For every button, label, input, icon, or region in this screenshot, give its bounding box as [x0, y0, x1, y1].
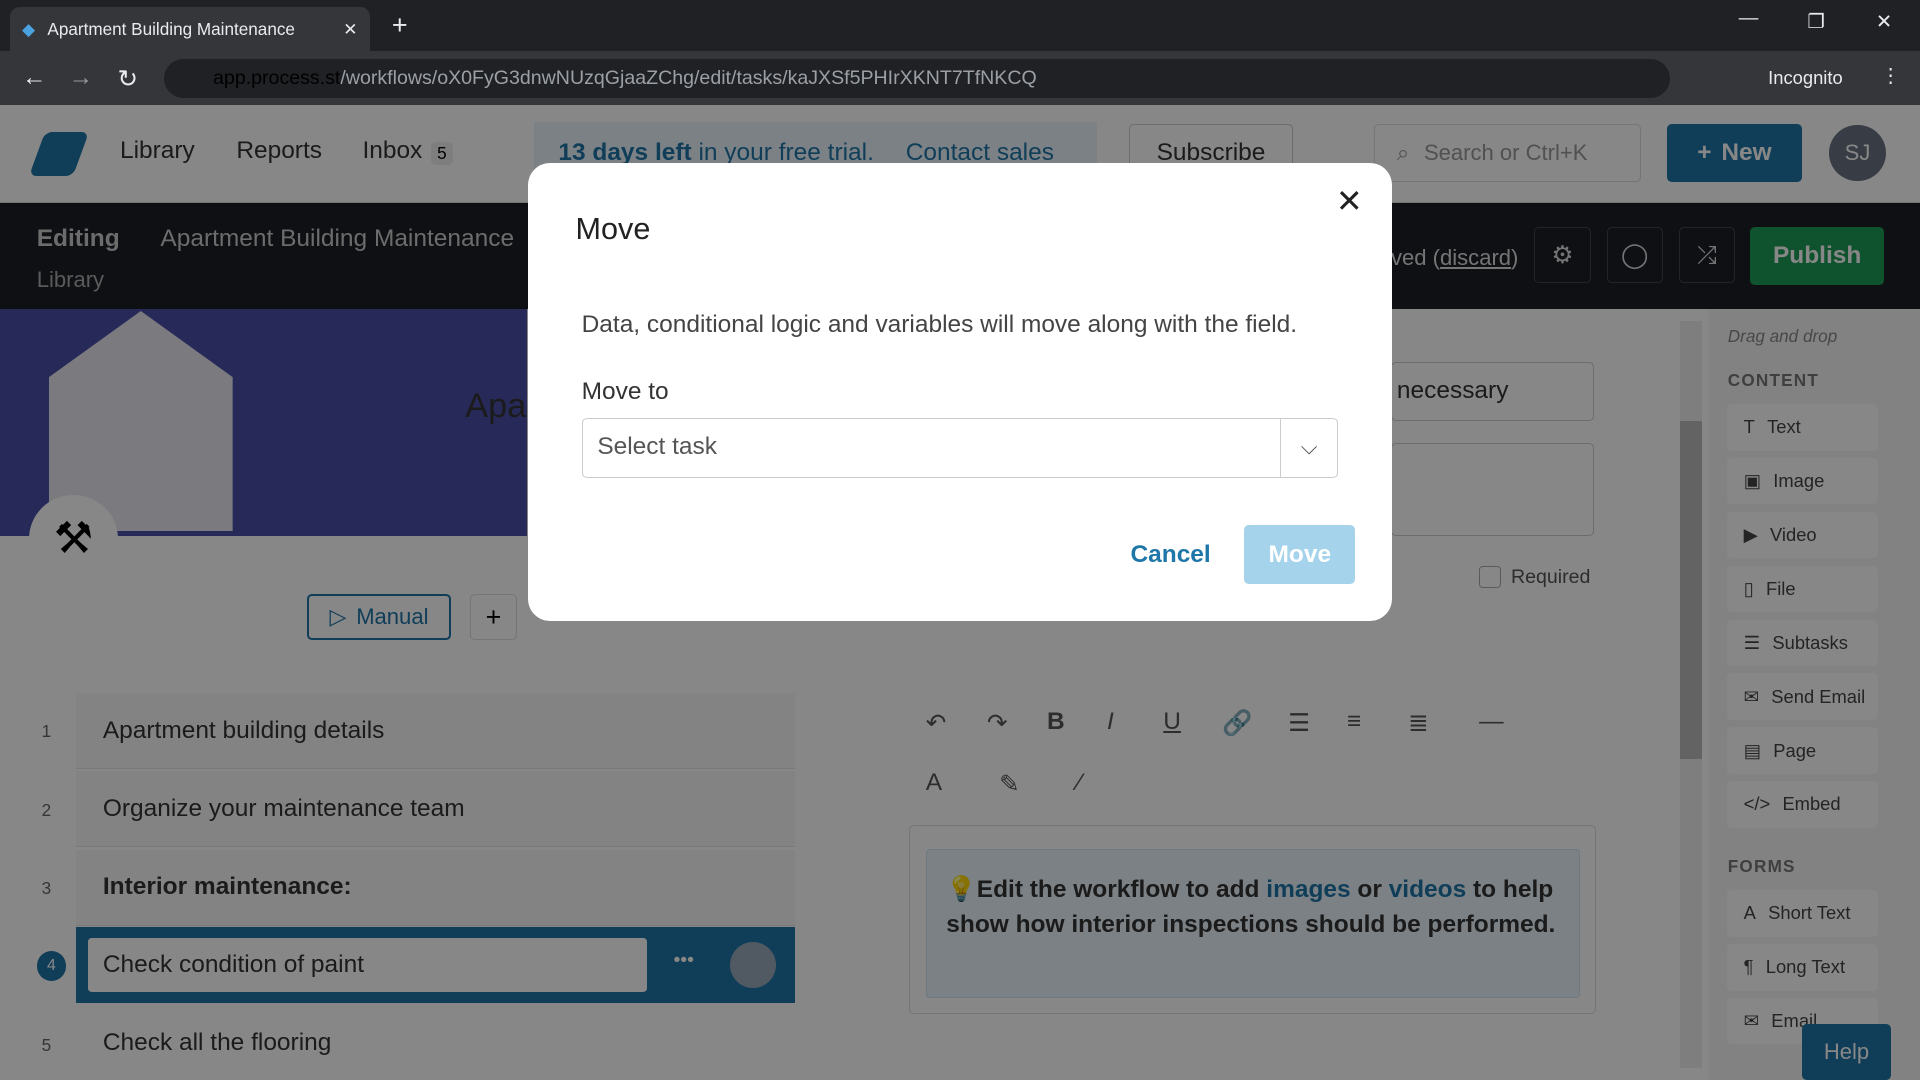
incognito-label[interactable]: Incognito: [1768, 67, 1843, 89]
process-street-favicon: ◆: [22, 18, 36, 39]
forward-icon[interactable]: →: [69, 64, 93, 92]
url-input[interactable]: app.process.st/workflows/oX0FyG3dnwNUzqG…: [164, 58, 1671, 98]
move-modal: Move ✕ Data, conditional logic and varia…: [527, 162, 1393, 621]
select-task-dropdown[interactable]: Select task ⌵: [581, 417, 1339, 478]
new-tab-icon[interactable]: +: [392, 10, 408, 41]
browser-tab-bar: ◆ Apartment Building Maintenance ✕ + — ❐…: [0, 0, 1920, 52]
minimize-icon[interactable]: —: [1739, 7, 1759, 30]
close-tab-icon[interactable]: ✕: [343, 19, 357, 40]
tab-title: Apartment Building Maintenance: [47, 18, 295, 39]
chevron-down-icon[interactable]: ⌵: [1279, 418, 1338, 477]
menu-icon[interactable]: ⋮: [1881, 64, 1901, 88]
close-icon[interactable]: ✕: [1336, 182, 1363, 220]
modal-description: Data, conditional logic and variables wi…: [581, 311, 1298, 338]
cancel-button[interactable]: Cancel: [1115, 525, 1226, 585]
move-button[interactable]: Move: [1244, 525, 1356, 585]
reload-icon[interactable]: ↻: [118, 64, 139, 94]
url-host: app.process.st: [213, 66, 341, 89]
modal-title: Move: [575, 211, 651, 246]
restore-icon[interactable]: ❐: [1807, 10, 1825, 34]
select-placeholder: Select task: [597, 433, 717, 461]
browser-tab[interactable]: ◆ Apartment Building Maintenance ✕: [9, 7, 370, 52]
move-to-label: Move to: [581, 378, 669, 406]
url-path: /workflows/oX0FyG3dnwNUzqGjaaZChg/edit/t…: [340, 66, 1037, 89]
back-icon[interactable]: ←: [22, 64, 46, 92]
close-window-icon[interactable]: ✕: [1876, 10, 1892, 34]
